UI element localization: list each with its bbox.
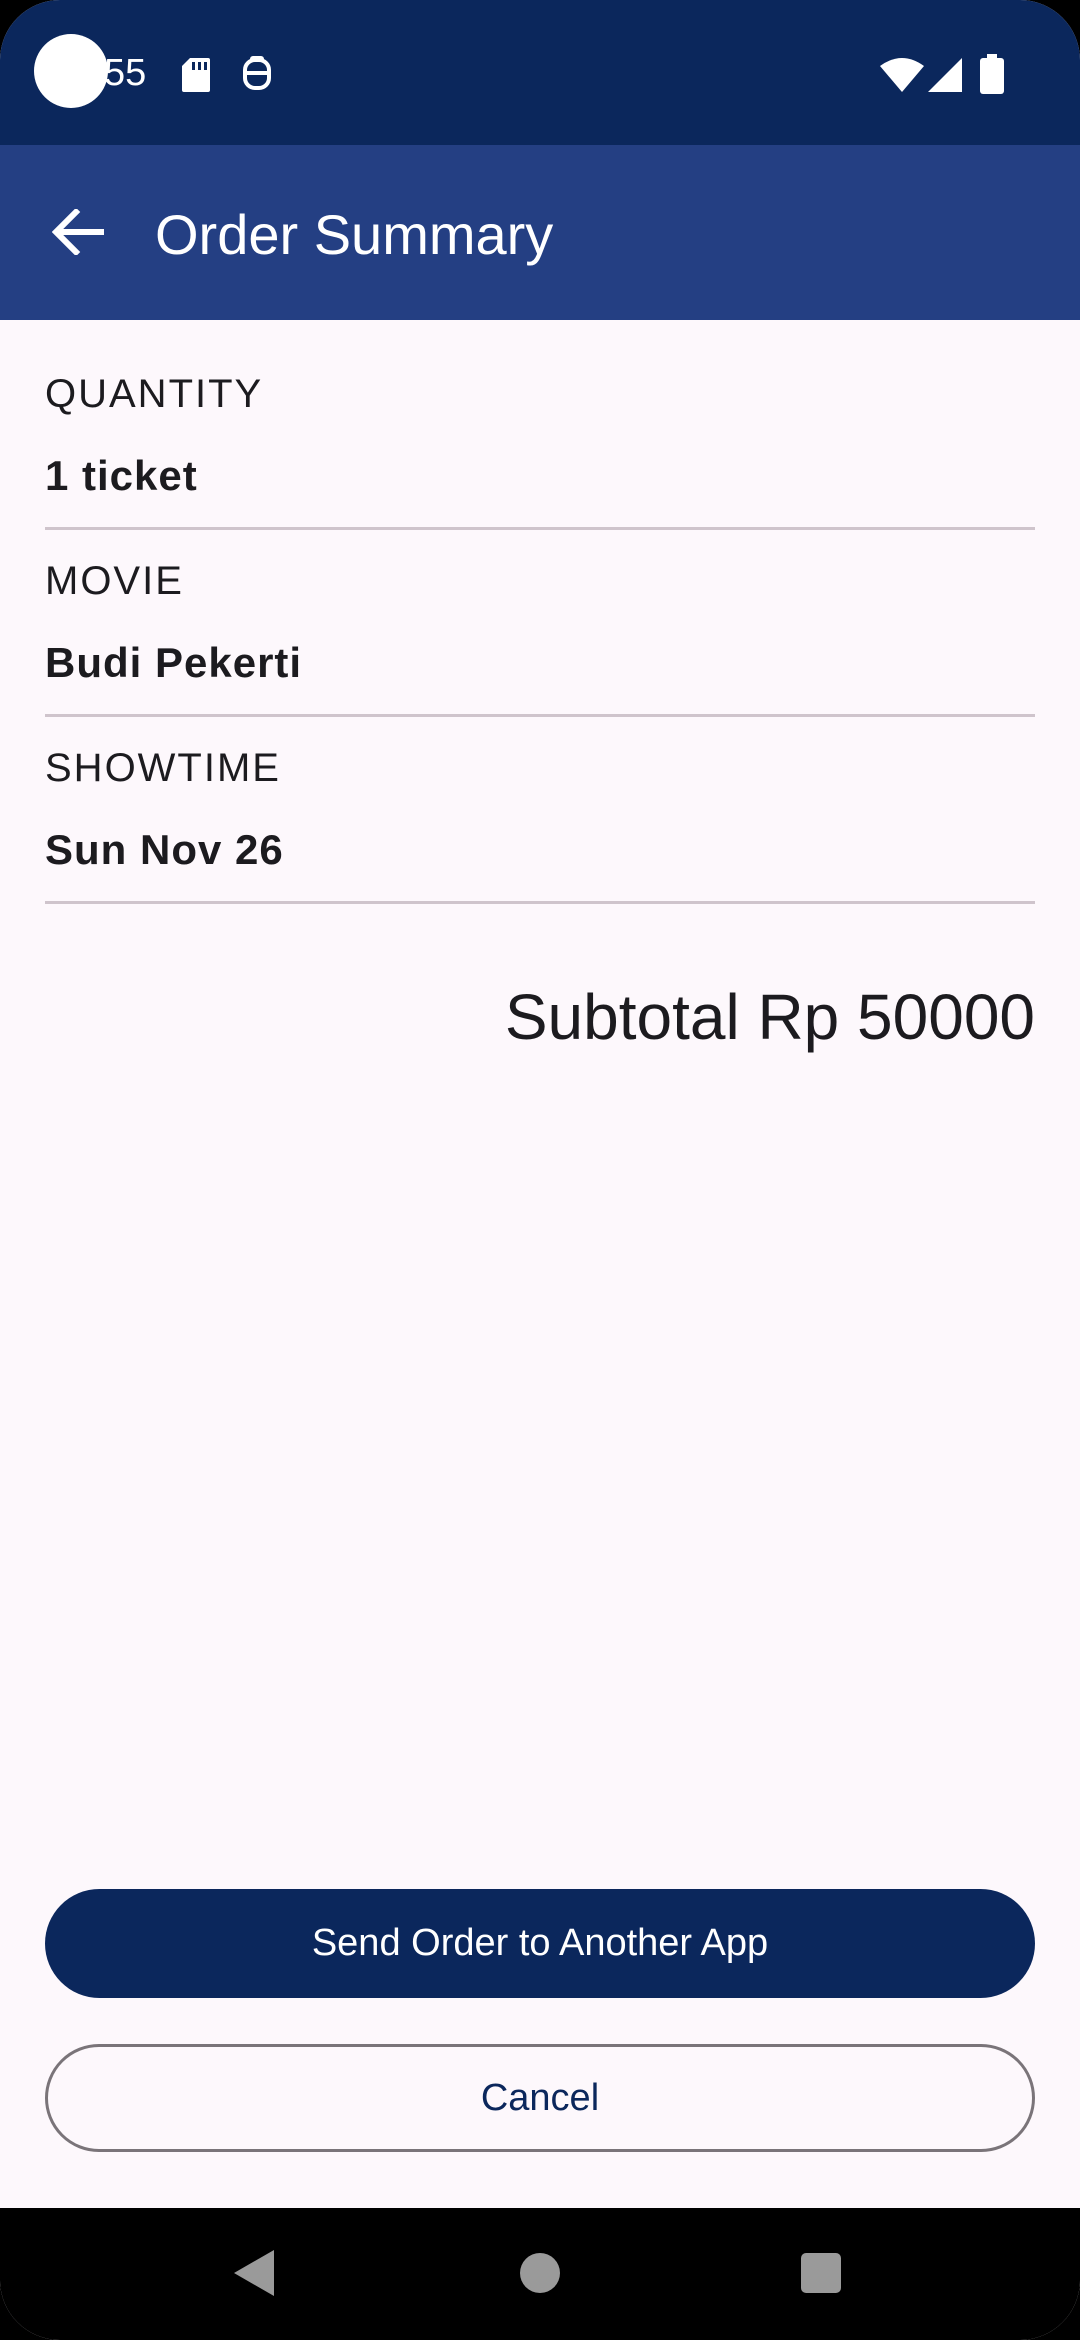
battery-icon xyxy=(980,54,1004,94)
nav-home-icon[interactable] xyxy=(520,2253,560,2293)
divider xyxy=(45,901,1035,904)
quantity-label: QUANTITY xyxy=(45,372,264,416)
nav-back-icon[interactable] xyxy=(234,2250,274,2296)
arrow-left-icon xyxy=(52,209,104,255)
movie-label: MOVIE xyxy=(45,559,184,603)
wifi-icon xyxy=(880,58,924,92)
showtime-value: Sun Nov 26 xyxy=(45,826,284,873)
page-title: Order Summary xyxy=(155,203,554,266)
divider xyxy=(45,527,1035,530)
cancel-button[interactable]: Cancel xyxy=(45,2044,1035,2152)
quantity-value: 1 ticket xyxy=(45,452,198,499)
back-button[interactable] xyxy=(38,192,118,272)
showtime-label: SHOWTIME xyxy=(45,746,281,790)
phone-screen: 55 Order Summary QUANTITY 1 ticket MOVIE… xyxy=(0,0,1080,2340)
signal-icon xyxy=(928,58,962,92)
status-time: 55 xyxy=(104,52,147,94)
nav-recents-icon[interactable] xyxy=(801,2253,841,2293)
face-icon xyxy=(243,56,271,90)
subtotal-text: Subtotal Rp 50000 xyxy=(504,981,1035,1053)
status-bar: 55 xyxy=(0,0,1080,145)
divider xyxy=(45,714,1035,717)
sd-card-icon xyxy=(182,58,210,92)
camera-cutout xyxy=(34,34,108,108)
send-order-button[interactable]: Send Order to Another App xyxy=(45,1889,1035,1998)
movie-value: Budi Pekerti xyxy=(45,639,303,686)
